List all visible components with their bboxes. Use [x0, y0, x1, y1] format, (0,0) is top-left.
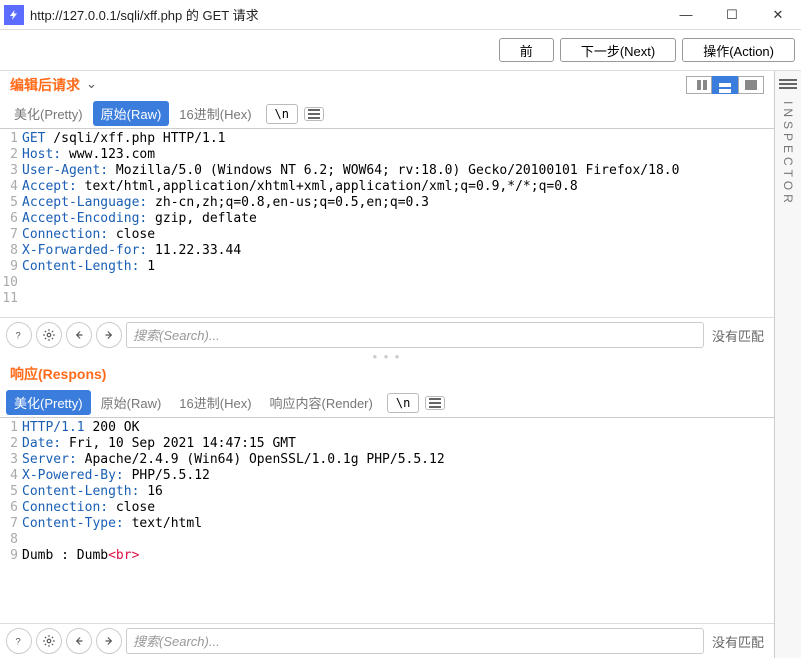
- code-line: 9Content-Length: 1: [0, 259, 774, 275]
- action-toolbar: 前 下一步(Next) 操作(Action): [0, 30, 801, 71]
- request-editor[interactable]: 1GET /sqli/xff.php HTTP/1.12Host: www.12…: [0, 129, 774, 317]
- response-search-input[interactable]: [126, 628, 704, 654]
- request-search-input[interactable]: [126, 322, 704, 348]
- newline-toggle[interactable]: \n: [387, 393, 419, 413]
- code-line: 6Connection: close: [0, 500, 774, 516]
- tab-hex[interactable]: 16进制(Hex): [171, 101, 259, 126]
- request-no-match-label: 没有匹配: [708, 326, 768, 345]
- code-line: 5Accept-Language: zh-cn,zh;q=0.8,en-us;q…: [0, 195, 774, 211]
- gear-icon: [42, 328, 56, 342]
- view-columns-button[interactable]: [686, 76, 712, 94]
- arrow-left-icon: [72, 328, 86, 342]
- code-line: 4X-Powered-By: PHP/5.5.12: [0, 468, 774, 484]
- view-split-horizontal-button[interactable]: [712, 76, 738, 94]
- inspector-label: INSPECTOR: [781, 101, 795, 207]
- sidebar-toggle-icon[interactable]: [779, 77, 797, 91]
- settings-button[interactable]: [36, 322, 62, 348]
- response-tabs: 美化(Pretty) 原始(Raw) 16进制(Hex) 响应内容(Render…: [0, 388, 774, 418]
- response-section-header: 响应(Respons): [0, 360, 774, 388]
- tab-pretty[interactable]: 美化(Pretty): [6, 390, 91, 415]
- arrow-right-icon: [102, 634, 116, 648]
- next-match-button[interactable]: [96, 628, 122, 654]
- code-line: 8X-Forwarded-for: 11.22.33.44: [0, 243, 774, 259]
- newline-toggle[interactable]: \n: [266, 104, 298, 124]
- request-title: 编辑后请求: [10, 75, 80, 95]
- next-button[interactable]: 下一步(Next): [560, 38, 676, 62]
- hamburger-icon[interactable]: [304, 107, 324, 121]
- gear-icon: [42, 634, 56, 648]
- code-line: 1GET /sqli/xff.php HTTP/1.1: [0, 131, 774, 147]
- window-title: http://127.0.0.1/sqli/xff.php 的 GET 请求: [30, 5, 663, 24]
- close-button[interactable]: ✕: [755, 0, 801, 30]
- help-button[interactable]: ?: [6, 628, 32, 654]
- code-line: 7Connection: close: [0, 227, 774, 243]
- lightning-icon: [8, 9, 20, 21]
- title-bar: http://127.0.0.1/sqli/xff.php 的 GET 请求 —…: [0, 0, 801, 30]
- minimize-button[interactable]: —: [663, 0, 709, 30]
- code-line: 6Accept-Encoding: gzip, deflate: [0, 211, 774, 227]
- request-tabs: 美化(Pretty) 原始(Raw) 16进制(Hex) \n: [0, 99, 774, 129]
- code-line: 2Host: www.123.com: [0, 147, 774, 163]
- tab-raw[interactable]: 原始(Raw): [93, 101, 170, 126]
- code-line: 3Server: Apache/2.4.9 (Win64) OpenSSL/1.…: [0, 452, 774, 468]
- settings-button[interactable]: [36, 628, 62, 654]
- action-button[interactable]: 操作(Action): [682, 38, 795, 62]
- prev-match-button[interactable]: [66, 628, 92, 654]
- tab-raw[interactable]: 原始(Raw): [93, 390, 170, 415]
- code-line: 8: [0, 532, 774, 548]
- response-viewer[interactable]: 1HTTP/1.1 200 OK2Date: Fri, 10 Sep 2021 …: [0, 418, 774, 623]
- tab-pretty[interactable]: 美化(Pretty): [6, 101, 91, 126]
- code-line: 3User-Agent: Mozilla/5.0 (Windows NT 6.2…: [0, 163, 774, 179]
- inspector-sidebar[interactable]: INSPECTOR: [775, 71, 801, 658]
- arrow-left-icon: [72, 634, 86, 648]
- next-match-button[interactable]: [96, 322, 122, 348]
- prev-button[interactable]: 前: [499, 38, 554, 62]
- response-title: 响应(Respons): [10, 364, 106, 384]
- code-line: 2Date: Fri, 10 Sep 2021 14:47:15 GMT: [0, 436, 774, 452]
- app-icon: [4, 5, 24, 25]
- hamburger-icon[interactable]: [425, 396, 445, 410]
- split-handle[interactable]: ● ● ●: [0, 352, 774, 360]
- maximize-button[interactable]: ☐: [709, 0, 755, 30]
- tab-render[interactable]: 响应内容(Render): [262, 390, 381, 415]
- response-no-match-label: 没有匹配: [708, 632, 768, 651]
- help-button[interactable]: ?: [6, 322, 32, 348]
- code-line: 1HTTP/1.1 200 OK: [0, 420, 774, 436]
- code-line: 5Content-Length: 16: [0, 484, 774, 500]
- svg-text:?: ?: [16, 331, 21, 341]
- code-line: 7Content-Type: text/html: [0, 516, 774, 532]
- prev-match-button[interactable]: [66, 322, 92, 348]
- svg-text:?: ?: [16, 637, 21, 647]
- request-section-header: 编辑后请求 ⌄: [0, 71, 774, 99]
- view-single-button[interactable]: [738, 76, 764, 94]
- tab-hex[interactable]: 16进制(Hex): [171, 390, 259, 415]
- code-line: 9Dumb : Dumb<br>: [0, 548, 774, 564]
- arrow-right-icon: [102, 328, 116, 342]
- code-line: 10: [0, 275, 774, 291]
- code-line: 11: [0, 291, 774, 307]
- code-line: 4Accept: text/html,application/xhtml+xml…: [0, 179, 774, 195]
- chevron-down-icon[interactable]: ⌄: [86, 76, 97, 92]
